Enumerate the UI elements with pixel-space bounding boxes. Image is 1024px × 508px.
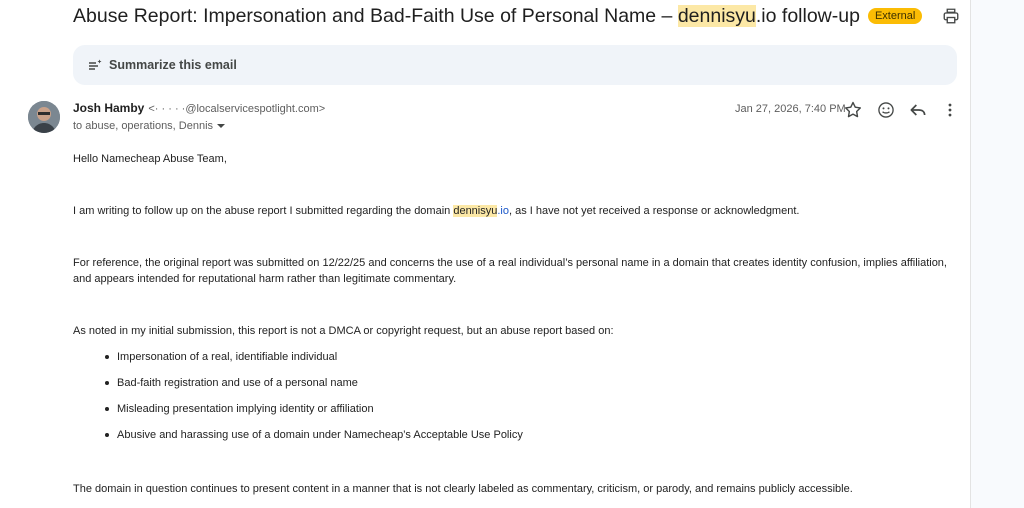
email-paragraph-2: For reference, the original report was s… [73,257,947,285]
avatar-image [28,101,60,133]
p1-text-before: I am writing to follow up on the abuse r… [73,205,454,217]
summarize-email-button[interactable]: Summarize this email [73,45,957,85]
subject-suffix: .io follow-up [755,4,860,27]
subject-prefix: Abuse Report: Impersonation and Bad-Fait… [73,4,678,27]
summarize-label: Summarize this email [109,58,237,72]
abuse-basis-list: Impersonation of a real, identifiable in… [103,349,523,453]
email-greeting: Hello Namecheap Abuse Team, [73,153,227,165]
emoji-icon[interactable] [876,100,896,120]
domain-link-highlight: dennisyu [453,205,498,217]
p1-text-after: , as I have not yet received a response … [509,205,800,217]
domain-link-rest: .io [497,205,509,217]
email-paragraph-4: The domain in question continues to pres… [73,483,853,495]
email-date: Jan 27, 2026, 7:40 PM [735,103,846,115]
sender: Josh Hamby <· · · · ·@localservicespotlig… [73,101,325,115]
external-badge[interactable]: External [867,8,923,24]
domain-link[interactable]: dennisyu.io [453,205,509,217]
more-vert-icon[interactable] [940,100,960,120]
email-paragraph-3: As noted in my initial submission, this … [73,325,614,337]
summarize-sparkle-icon [89,59,102,70]
list-item: Bad-faith registration and use of a pers… [103,375,523,401]
subject-highlight: dennisyu [677,4,756,27]
email-subject: Abuse Report: Impersonation and Bad-Fait… [73,4,860,28]
email-subject-row: Abuse Report: Impersonation and Bad-Fait… [73,4,923,28]
email-view: Abuse Report: Impersonation and Bad-Fait… [0,0,971,508]
chevron-down-icon [217,124,226,128]
recipients-toggle[interactable]: to abuse, operations, Dennis [73,120,226,132]
sender-name[interactable]: Josh Hamby [73,101,144,115]
print-icon[interactable] [941,7,961,25]
list-item: Impersonation of a real, identifiable in… [103,349,523,375]
list-item: Misleading presentation implying identit… [103,401,523,427]
email-paragraph-1: I am writing to follow up on the abuse r… [73,203,943,219]
avatar[interactable] [28,101,60,133]
list-item: Abusive and harassing use of a domain un… [103,427,523,453]
reply-icon[interactable] [908,100,928,120]
sender-email: <· · · · ·@localservicespotlight.com> [148,103,326,115]
recipients-label: to abuse, operations, Dennis [73,120,214,132]
star-icon[interactable] [843,100,863,120]
